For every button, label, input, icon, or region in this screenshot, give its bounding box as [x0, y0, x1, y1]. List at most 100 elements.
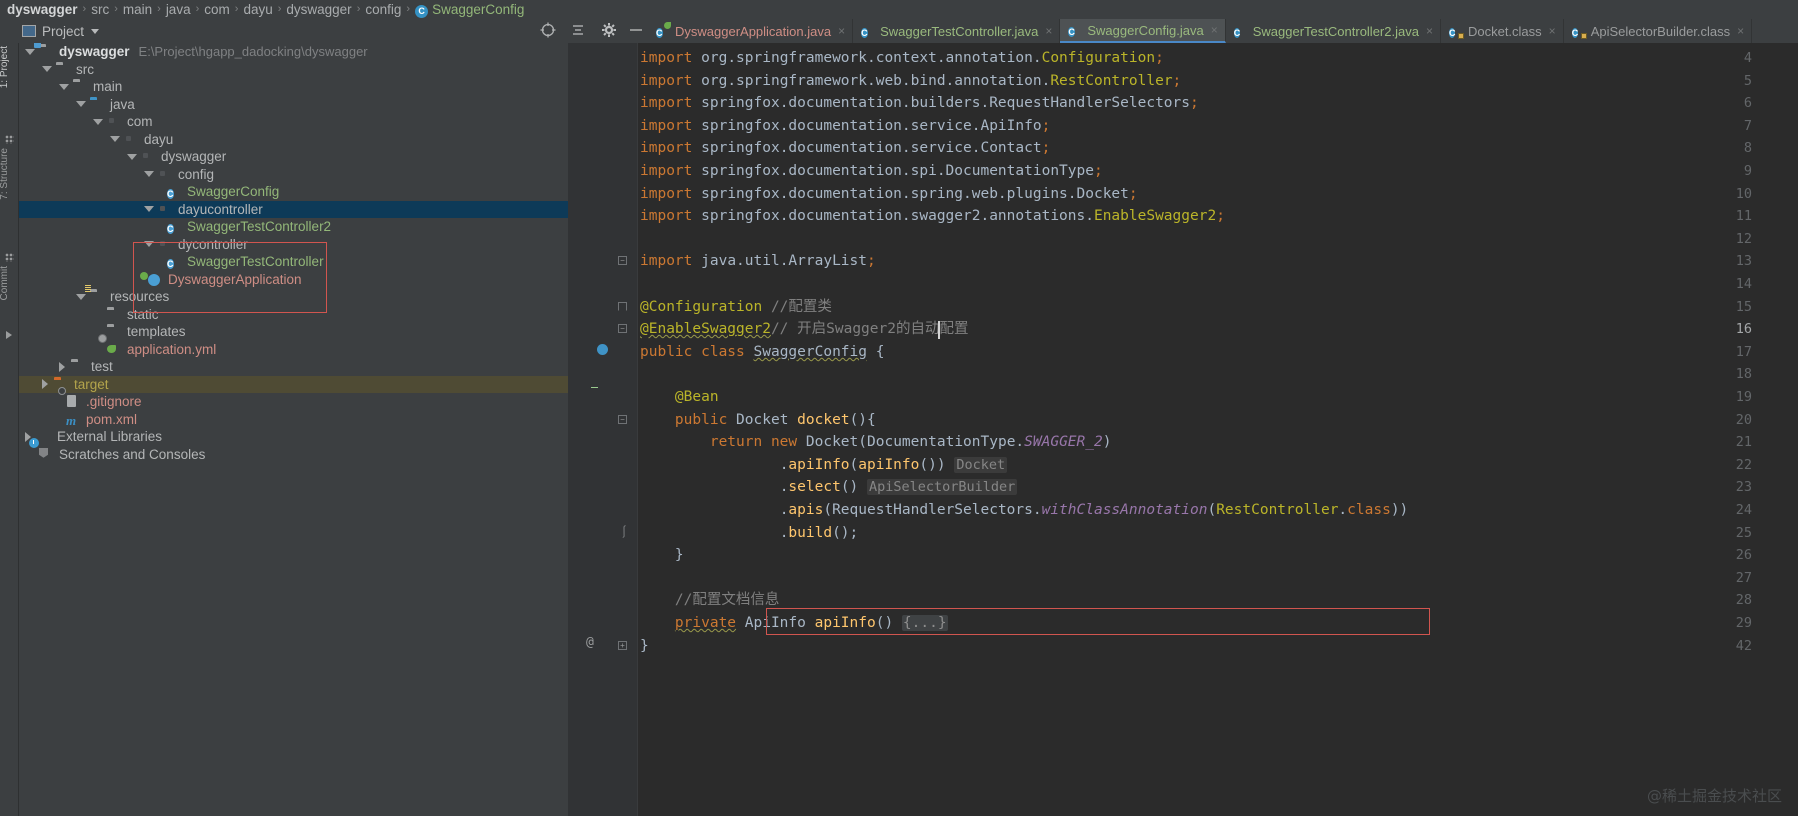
tab-docket-class[interactable]: C Docket.class ×: [1440, 19, 1564, 43]
project-tree[interactable]: dyswagger E:\Project\hgapp_dadocking\dys…: [19, 43, 568, 816]
tree-item-dayu[interactable]: dayu: [19, 131, 568, 149]
breadcrumb-item-dyswagger-pkg[interactable]: dyswagger: [286, 2, 351, 17]
close-icon[interactable]: ×: [1045, 24, 1052, 38]
folder-icon: [73, 80, 88, 93]
hide-window-icon[interactable]: [627, 21, 645, 39]
breadcrumb-separator: ›: [157, 2, 161, 15]
gutter-divider: [637, 43, 638, 816]
stripe-button-commit[interactable]: Commit: [0, 266, 18, 300]
close-icon[interactable]: ×: [1737, 24, 1744, 38]
tree-item-src[interactable]: src: [19, 61, 568, 79]
tree-item-label: com: [127, 114, 153, 130]
tree-item-target[interactable]: target: [19, 375, 568, 393]
fold-marker[interactable]: −: [618, 320, 630, 336]
breadcrumb-item-com[interactable]: com: [204, 2, 230, 17]
code-text-area[interactable]: import org.springframework.context.annot…: [640, 43, 1798, 816]
tree-item-gitignore[interactable]: .gitignore: [19, 387, 568, 411]
chevron-right-icon[interactable]: [59, 361, 65, 372]
fold-marker[interactable]: ⎰: [618, 524, 630, 540]
tab-dyswaggerapplication[interactable]: C DyswaggerApplication.java ×: [648, 19, 854, 43]
collapse-all-icon[interactable]: [569, 21, 587, 39]
spring-bean-gutter-icon[interactable]: [596, 297, 612, 313]
fold-marker[interactable]: −: [618, 252, 630, 268]
tree-item-com[interactable]: com: [19, 113, 568, 131]
stripe-button-project[interactable]: 1: Project: [0, 46, 18, 88]
chevron-down-icon[interactable]: [144, 241, 154, 248]
resource-folder-icon: [85, 285, 105, 303]
chevron-down-icon[interactable]: [25, 48, 35, 55]
tree-item-application-yml[interactable]: application.yml: [19, 333, 568, 359]
breadcrumb-item-swaggerconfig[interactable]: SwaggerConfig: [432, 2, 524, 17]
fold-marker[interactable]: [618, 297, 630, 313]
stripe-button-structure[interactable]: 7: Structure: [0, 148, 18, 200]
tree-item-label: SwaggerTestController2: [187, 219, 332, 235]
override-gutter-icon[interactable]: [592, 387, 608, 403]
folded-code-region[interactable]: {...}: [901, 615, 948, 631]
chevron-down-icon[interactable]: [59, 83, 69, 90]
chevron-down-icon[interactable]: [144, 171, 154, 178]
tree-item-dycontroller[interactable]: dycontroller: [19, 236, 568, 254]
commit-icon[interactable]: [6, 331, 12, 339]
scroll-from-source-icon[interactable]: [539, 21, 557, 39]
breadcrumb-item-config[interactable]: config: [365, 2, 401, 17]
tree-item-main[interactable]: main: [19, 78, 568, 96]
editor-gutter[interactable]: [568, 43, 638, 816]
project-view-selector[interactable]: Project: [22, 19, 100, 43]
chevron-down-icon[interactable]: [91, 28, 100, 34]
module-path: E:\Project\hgapp_dadocking\dyswagger: [138, 44, 368, 60]
close-icon[interactable]: ×: [1426, 24, 1433, 38]
tree-item-test[interactable]: test: [19, 358, 568, 376]
tree-item-external-libraries[interactable]: External Libraries: [19, 428, 568, 446]
code-line-4: import org.springframework.context.annot…: [640, 50, 1164, 66]
tree-item-config[interactable]: config: [19, 166, 568, 184]
code-editor[interactable]: 4 5 6 7 8 9 10 11 12 13 14 15 16 17 18 1…: [568, 43, 1798, 816]
chevron-down-icon[interactable]: [42, 66, 52, 73]
close-icon[interactable]: ×: [838, 24, 845, 38]
chevron-down-icon[interactable]: [93, 118, 103, 125]
tree-item-label: Scratches and Consoles: [59, 446, 206, 462]
code-line-22: .apiInfo(apiInfo()) Docket: [779, 456, 1008, 473]
breadcrumb-item-src[interactable]: src: [91, 2, 109, 17]
chevron-down-icon[interactable]: [76, 101, 86, 108]
breadcrumb-item-main[interactable]: main: [123, 2, 152, 17]
tree-item-swaggertestcontroller[interactable]: C SwaggerTestController: [19, 253, 568, 271]
breadcrumb-item-dayu[interactable]: dayu: [243, 2, 272, 17]
tab-swaggertestcontroller[interactable]: C SwaggerTestController.java ×: [853, 19, 1061, 43]
chevron-down-icon[interactable]: [76, 293, 86, 300]
chevron-down-icon[interactable]: [110, 136, 120, 143]
tree-item-swaggerconfig[interactable]: C SwaggerConfig: [19, 183, 568, 201]
tree-item-dayucontroller[interactable]: dayucontroller: [19, 200, 568, 218]
editor-tab-bar: C DyswaggerApplication.java × C SwaggerT…: [648, 19, 1753, 43]
fold-marker[interactable]: −: [618, 411, 630, 427]
close-icon[interactable]: ×: [1211, 23, 1218, 37]
breadcrumb-item-dyswagger[interactable]: dyswagger: [7, 2, 78, 17]
tab-apiselectorbuilder-class[interactable]: C ApiSelectorBuilder.class ×: [1563, 19, 1753, 43]
tree-item-swaggertestcontroller2[interactable]: C SwaggerTestController2: [19, 218, 568, 236]
fold-marker[interactable]: +: [618, 637, 630, 653]
chevron-right-icon[interactable]: [42, 379, 48, 390]
module-folder-icon: [34, 43, 54, 58]
tree-item-dyswaggerapplication[interactable]: DyswaggerApplication: [19, 271, 568, 289]
breadcrumb-item-java[interactable]: java: [166, 2, 191, 17]
tree-item-label: dycontroller: [178, 236, 248, 252]
libraries-icon: [37, 430, 52, 443]
tree-item-scratches-and-consoles[interactable]: Scratches and Consoles: [19, 437, 568, 464]
drag-handle-icon[interactable]: [5, 253, 14, 262]
tree-item-pom-xml[interactable]: m pom.xml: [19, 411, 568, 429]
tab-label: SwaggerTestController.java: [880, 23, 1039, 39]
chevron-down-icon[interactable]: [144, 206, 154, 213]
tab-swaggerconfig[interactable]: C SwaggerConfig.java ×: [1060, 19, 1226, 43]
settings-gear-icon[interactable]: [600, 21, 618, 39]
tab-swaggertestcontroller2[interactable]: C SwaggerTestController2.java ×: [1225, 19, 1441, 43]
drag-handle-icon[interactable]: [5, 135, 14, 144]
tree-item-java[interactable]: java: [19, 96, 568, 114]
chevron-down-icon[interactable]: [127, 153, 137, 160]
tree-item-static[interactable]: static: [19, 306, 568, 324]
close-icon[interactable]: ×: [1549, 24, 1556, 38]
tree-item-dyswagger-pkg[interactable]: dyswagger: [19, 148, 568, 166]
spring-bean-gutter-icon[interactable]: [608, 387, 624, 403]
spring-config-gutter-icon[interactable]: [596, 342, 612, 358]
tree-item-resources[interactable]: resources: [19, 285, 568, 306]
tree-item-dyswagger-module[interactable]: dyswagger E:\Project\hgapp_dadocking\dys…: [19, 43, 568, 61]
tree-item-label: config: [178, 166, 215, 182]
